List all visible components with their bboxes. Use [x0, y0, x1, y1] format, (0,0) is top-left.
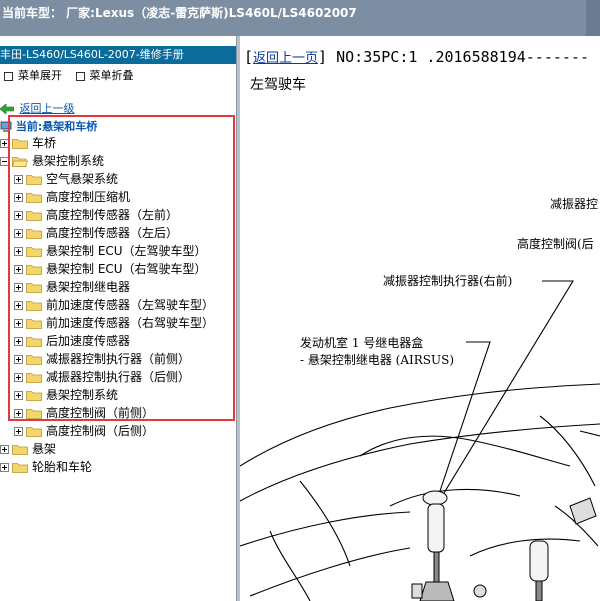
title-bar: 当前车型： 厂家:Lexus（凌志-雷克萨斯)LS460L/LS4602007 — [0, 0, 600, 36]
back-level[interactable]: 返回上一级 — [0, 100, 75, 116]
label-airsus-relay: - 悬架控制继电器 (AIRSUS) — [300, 353, 455, 367]
content-pane: [返回上一页] NO:35PC:1 .2016588194------- 左驾驶… — [240, 36, 600, 601]
tree-item-label: 高度控制阀（后侧） — [46, 424, 155, 438]
expand-node-icon[interactable] — [0, 463, 9, 472]
label-damper-front-right: 减振器控制执行器(右前) — [383, 274, 513, 288]
label-relay-box: 发动机室 1 号继电器盒 — [300, 336, 424, 350]
expand-node-icon[interactable] — [0, 445, 9, 454]
expand-node-icon[interactable] — [14, 427, 23, 436]
vehicle-model-title: 当前车型： 厂家:Lexus（凌志-雷克萨斯)LS460L/LS4602007 — [2, 6, 357, 20]
highlight-box — [8, 115, 235, 421]
menu-toolbar: 菜单展开 菜单折叠 — [0, 67, 134, 83]
tree-item-label: 悬架 — [32, 442, 57, 456]
collapse-icon — [75, 71, 85, 81]
tree-item[interactable]: 悬架 — [0, 440, 56, 458]
tree-item[interactable]: 高度控制阀（后侧） — [14, 422, 154, 440]
label-height-valve-rear: 高度控制阀(后 — [517, 237, 594, 251]
folder-icon — [12, 463, 28, 473]
expand-icon — [4, 71, 13, 81]
folder-icon — [12, 445, 28, 455]
back-arrow-icon — [0, 104, 14, 114]
folder-icon — [26, 427, 42, 437]
manual-title: 丰田-LS460/LS460L-2007-维修手册 — [0, 46, 236, 64]
suspension-diagram — [240, 280, 600, 601]
tree-item[interactable]: 轮胎和车轮 — [0, 458, 92, 476]
window-edge — [586, 0, 600, 36]
menu-expand-button[interactable]: 菜单展开 — [18, 69, 62, 82]
back-level-link[interactable]: 返回上一级 — [20, 102, 75, 115]
menu-collapse-button[interactable]: 菜单折叠 — [90, 69, 134, 82]
label-damper-actuator: 减振器控 — [550, 197, 599, 211]
tree-item-label: 轮胎和车轮 — [32, 460, 93, 474]
